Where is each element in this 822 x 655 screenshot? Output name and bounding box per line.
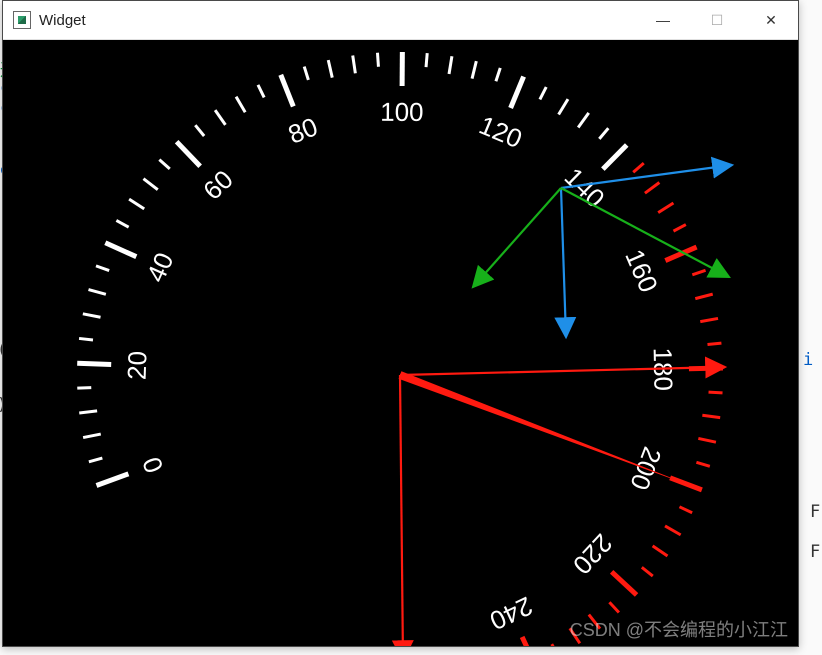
minor-tick	[215, 110, 225, 125]
tick-label: 240	[485, 591, 537, 637]
minor-tick	[89, 458, 102, 462]
minor-tick	[692, 270, 705, 275]
minor-tick	[88, 290, 105, 295]
minor-tick	[702, 415, 720, 417]
minor-tick	[578, 113, 589, 128]
close-button[interactable]: ✕	[744, 1, 798, 39]
titlebar[interactable]: Widget — ☐ ✕	[3, 1, 798, 40]
minor-tick	[599, 128, 608, 139]
minimize-button[interactable]: —	[636, 1, 690, 39]
debug-arrow	[400, 375, 403, 646]
minor-tick	[353, 55, 356, 73]
minor-tick	[709, 392, 723, 393]
minor-tick	[658, 203, 673, 213]
major-tick	[77, 363, 111, 364]
minor-tick	[552, 644, 559, 646]
tick-label: 20	[122, 350, 153, 380]
minor-tick	[159, 160, 169, 169]
minor-tick	[665, 526, 681, 535]
minor-tick	[83, 314, 101, 317]
minor-tick	[633, 163, 644, 172]
minor-tick	[258, 85, 264, 98]
tick-label: 0	[136, 453, 169, 477]
minor-tick	[559, 99, 568, 114]
major-tick	[522, 637, 536, 646]
debug-arrow	[473, 188, 561, 287]
tick-label: 60	[197, 164, 239, 206]
minor-tick	[304, 67, 308, 80]
minor-tick	[700, 318, 718, 321]
minor-tick	[472, 61, 476, 78]
tick-label: 40	[140, 248, 179, 287]
minor-tick	[496, 68, 500, 81]
minor-tick	[707, 343, 721, 344]
minor-tick	[653, 546, 668, 556]
window-controls: — ☐ ✕	[636, 1, 798, 39]
backdrop-fragment: F	[810, 542, 820, 562]
major-tick	[603, 145, 627, 169]
tick-label: 160	[619, 245, 664, 297]
minor-tick	[377, 53, 378, 67]
minor-tick	[77, 388, 91, 389]
minor-tick	[642, 567, 653, 576]
minor-tick	[79, 338, 93, 340]
minor-tick	[645, 182, 659, 193]
minor-tick	[695, 294, 712, 299]
minor-tick	[79, 411, 97, 413]
minor-tick	[449, 56, 452, 74]
minor-tick	[195, 125, 204, 136]
major-tick	[511, 77, 524, 108]
major-tick	[281, 75, 294, 107]
minor-tick	[589, 615, 600, 629]
minor-tick	[96, 266, 109, 271]
minor-tick	[143, 179, 157, 190]
minor-tick	[696, 462, 709, 466]
minor-tick	[570, 628, 580, 643]
debug-arrow	[561, 188, 566, 337]
minor-tick	[129, 199, 144, 209]
app-window: Widget — ☐ ✕ 020406080100120140160180200…	[2, 0, 799, 647]
major-tick	[96, 474, 128, 486]
gauge-svg: 020406080100120140160180200220240	[3, 40, 798, 646]
tick-label: 80	[284, 111, 322, 150]
backdrop-fragment: F	[810, 502, 820, 522]
minor-tick	[609, 602, 618, 612]
maximize-button[interactable]: ☐	[690, 1, 744, 39]
major-tick	[612, 572, 637, 595]
minor-tick	[679, 507, 692, 513]
app-icon	[13, 11, 31, 29]
minor-tick	[328, 60, 332, 78]
minor-tick	[540, 87, 546, 99]
major-tick	[105, 243, 136, 257]
gauge-canvas: 020406080100120140160180200220240 CSDN @…	[3, 40, 798, 646]
minor-tick	[426, 53, 427, 67]
minor-tick	[83, 434, 101, 437]
major-tick	[177, 142, 201, 167]
minor-tick	[116, 220, 128, 227]
tick-label: 120	[475, 110, 527, 154]
tick-label: 220	[567, 528, 619, 580]
backdrop-fragment: i	[803, 350, 813, 370]
minor-tick	[673, 225, 685, 232]
tick-label: 100	[380, 97, 424, 127]
window-title: Widget	[39, 12, 636, 29]
minor-tick	[236, 97, 245, 113]
minor-tick	[698, 438, 716, 442]
